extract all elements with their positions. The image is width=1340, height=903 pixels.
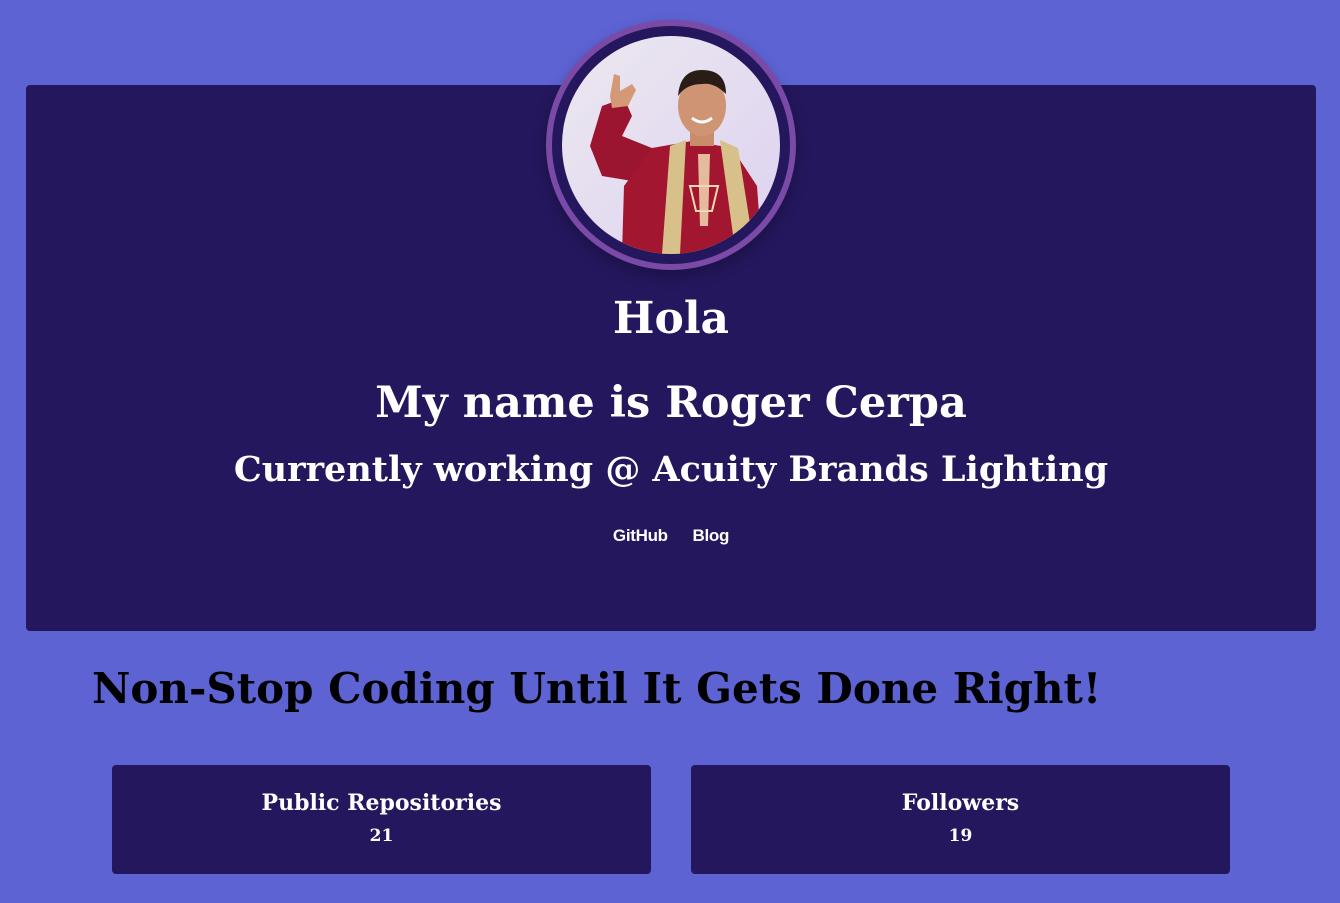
- followers-count: 19: [948, 826, 973, 846]
- public-repositories-count: 21: [369, 826, 394, 846]
- name-heading: My name is Roger Cerpa: [375, 378, 967, 428]
- followers-card: Followers 19: [691, 765, 1230, 874]
- public-repositories-label: Public Repositories: [261, 790, 502, 816]
- public-repositories-card: Public Repositories 21: [112, 765, 651, 874]
- github-link[interactable]: GitHub: [613, 526, 668, 545]
- profile-photo-illustration: [562, 36, 780, 254]
- avatar: [546, 20, 796, 270]
- greeting-heading: Hola: [612, 293, 730, 344]
- tagline-heading: Non-Stop Coding Until It Gets Done Right…: [92, 664, 1102, 713]
- profile-links: GitHub Blog: [26, 525, 1316, 547]
- followers-label: Followers: [901, 790, 1020, 816]
- work-heading: Currently working @ Acuity Brands Lighti…: [233, 449, 1109, 490]
- blog-link[interactable]: Blog: [693, 526, 730, 545]
- profile-photo: [562, 36, 780, 254]
